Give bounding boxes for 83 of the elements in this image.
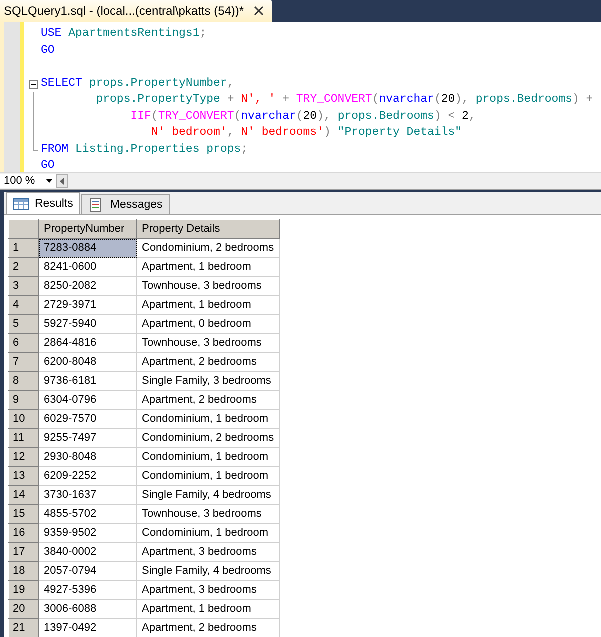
document-tab[interactable]: SQLQuery1.sql - (local...(central\pkatts (54))* xyxy=(0,0,272,22)
table-cell: Single Family, 4 bedrooms xyxy=(136,486,280,504)
table-cell: 9255-7497 xyxy=(38,428,136,448)
row-header[interactable]: 5 xyxy=(8,314,38,334)
caret-icon xyxy=(46,179,53,183)
table-cell: Condominium, 2 bedrooms xyxy=(136,428,280,448)
close-icon[interactable] xyxy=(254,6,264,16)
row-header[interactable]: 3 xyxy=(8,276,38,296)
code-line: IIF(TRY_CONVERT(nvarchar(20), props.Bedrooms) < 2, xyxy=(130,108,476,124)
code-line: FROM Listing.Properties props; xyxy=(41,142,248,158)
table-cell: 9359-9502 xyxy=(38,524,136,542)
table-cell: Condominium, 2 bedrooms xyxy=(136,238,280,258)
table-cell: 6200-8048 xyxy=(38,352,136,372)
table-cell: Apartment, 3 bedrooms xyxy=(136,542,280,562)
zoom-dropdown[interactable]: 100 % xyxy=(0,174,56,188)
row-header[interactable]: 6 xyxy=(8,334,38,352)
row-header[interactable]: 11 xyxy=(8,428,38,448)
column-header[interactable]: PropertyNumber xyxy=(38,220,136,238)
column-header[interactable]: Property Details xyxy=(136,220,280,238)
table-cell: 2729-3971 xyxy=(38,296,136,314)
row-header[interactable]: 10 xyxy=(8,410,38,428)
row-header[interactable]: 16 xyxy=(8,524,38,542)
table-cell: Apartment, 2 bedrooms xyxy=(136,390,280,410)
table-cell: 8241-0600 xyxy=(38,258,136,276)
table-cell: Condominium, 1 bedroom xyxy=(136,524,280,542)
table-cell: Apartment, 1 bedroom xyxy=(136,296,280,314)
table-cell: Single Family, 4 bedrooms xyxy=(136,562,280,580)
table-cell: 3730-1637 xyxy=(38,486,136,504)
table-cell: Apartment, 3 bedrooms xyxy=(136,580,280,600)
code-line: GO xyxy=(41,42,55,58)
row-header[interactable]: 13 xyxy=(8,466,38,486)
table-cell: 4927-5396 xyxy=(38,580,136,600)
code-line: SELECT props.PropertyNumber, xyxy=(41,76,234,92)
table-cell: 7283-0884 xyxy=(38,238,136,258)
results-tab[interactable]: Results xyxy=(6,192,80,214)
row-header[interactable]: 14 xyxy=(8,486,38,504)
row-header[interactable]: 8 xyxy=(8,372,38,390)
table-cell: Apartment, 1 bedroom xyxy=(136,600,280,618)
table-cell: 9736-6181 xyxy=(38,372,136,390)
table-cell: Apartment, 1 bedroom xyxy=(136,258,280,276)
left-arrow-icon xyxy=(60,178,64,184)
table-cell: Townhouse, 3 bedrooms xyxy=(136,276,280,296)
table-cell: 5927-5940 xyxy=(38,314,136,334)
table-cell: 2057-0794 xyxy=(38,562,136,580)
code-line: props.PropertyType + N', ' + TRY_CONVERT(nvarchar(20), props.Bedrooms) + xyxy=(95,92,594,108)
row-header[interactable]: 19 xyxy=(8,580,38,600)
table-cell: 6029-7570 xyxy=(38,410,136,428)
table-cell: 2864-4816 xyxy=(38,334,136,352)
code-line: N' bedroom', N' bedrooms') "Property Details" xyxy=(150,125,462,141)
table-cell: 3006-6088 xyxy=(38,600,136,618)
code-line: USE ApartmentsRentings1; xyxy=(41,26,207,42)
code-line: GO xyxy=(41,158,55,172)
results-tab[interactable]: Messages xyxy=(81,194,170,214)
table-cell: 6304-0796 xyxy=(38,390,136,410)
table-cell: Townhouse, 3 bedrooms xyxy=(136,334,280,352)
scroll-left-button[interactable] xyxy=(56,174,68,188)
row-header[interactable]: 12 xyxy=(8,448,38,466)
document-tab-title: SQLQuery1.sql - (local...(central\pkatts (54))* xyxy=(4,4,244,18)
table-cell: 8250-2082 xyxy=(38,276,136,296)
table-cell: Condominium, 1 bedroom xyxy=(136,448,280,466)
row-header[interactable]: 17 xyxy=(8,542,38,562)
row-header[interactable]: 1 xyxy=(8,238,38,258)
grid-icon xyxy=(13,196,29,210)
table-cell: 4855-5702 xyxy=(38,504,136,524)
table-cell: Condominium, 1 bedroom xyxy=(136,466,280,486)
row-header[interactable]: 7 xyxy=(8,352,38,372)
table-cell: Apartment, 0 bedroom xyxy=(136,314,280,334)
row-header[interactable]: 18 xyxy=(8,562,38,580)
table-cell: Single Family, 3 bedrooms xyxy=(136,372,280,390)
table-cell: 2930-8048 xyxy=(38,448,136,466)
row-header[interactable]: 9 xyxy=(8,390,38,410)
table-cell: 3840-0002 xyxy=(38,542,136,562)
corner-header[interactable] xyxy=(8,220,38,238)
table-cell: 6209-2252 xyxy=(38,466,136,486)
row-header[interactable]: 4 xyxy=(8,296,38,314)
row-header[interactable]: 2 xyxy=(8,258,38,276)
row-header[interactable]: 21 xyxy=(8,618,38,637)
collapse-icon[interactable] xyxy=(29,80,38,88)
row-header[interactable]: 20 xyxy=(8,600,38,618)
row-header[interactable]: 15 xyxy=(8,504,38,524)
table-cell: Apartment, 2 bedrooms xyxy=(136,352,280,372)
table-cell: Condominium, 1 bedroom xyxy=(136,410,280,428)
table-cell: Townhouse, 3 bedrooms xyxy=(136,504,280,524)
